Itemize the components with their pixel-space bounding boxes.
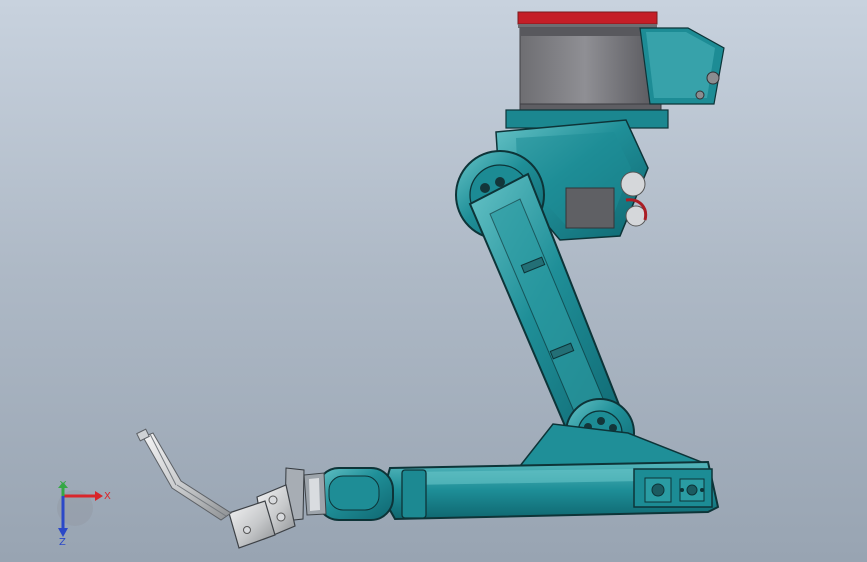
motor-connector-1 bbox=[706, 71, 720, 85]
connector-port-2 bbox=[686, 484, 698, 496]
wrist-housing-inner bbox=[328, 475, 380, 511]
triad-z-arrowhead bbox=[58, 528, 68, 537]
end-effector-bolt-3 bbox=[243, 526, 251, 534]
elbow-bolt-2 bbox=[597, 417, 605, 425]
connector-port-4 bbox=[700, 488, 704, 492]
3d-model-viewport[interactable]: X Y Z bbox=[0, 0, 867, 562]
shoulder-bolt-2 bbox=[495, 177, 505, 187]
end-effector[interactable] bbox=[136, 428, 305, 549]
upper-arm-assembly[interactable] bbox=[455, 119, 649, 468]
forearm-end-cap bbox=[401, 469, 427, 519]
motor-connector-2 bbox=[695, 90, 705, 100]
forearm-assembly[interactable] bbox=[303, 423, 720, 521]
top-cap-shadow bbox=[518, 24, 657, 28]
motor-housing bbox=[519, 27, 651, 107]
tool-shaft-edge-2 bbox=[176, 484, 227, 517]
wrist-ring-highlight bbox=[309, 478, 320, 511]
triad-x-arrowhead bbox=[95, 491, 103, 501]
motor-top-band bbox=[520, 28, 650, 36]
end-effector-bolt-1 bbox=[268, 495, 278, 505]
connector-port-1 bbox=[651, 483, 665, 497]
top-motor[interactable] bbox=[505, 11, 725, 129]
connector-port-3 bbox=[680, 488, 684, 492]
triad-z-label: Z bbox=[59, 537, 66, 548]
shoulder-bolt-1 bbox=[480, 183, 490, 193]
triad-y-label: Y bbox=[59, 480, 67, 491]
rear-motor-cap-1 bbox=[620, 171, 646, 197]
triad-x-label: X bbox=[104, 491, 111, 502]
orientation-triad: X Y Z bbox=[57, 480, 111, 548]
robot-arm-model[interactable] bbox=[0, 0, 867, 562]
tool-shaft-edge bbox=[149, 433, 177, 486]
top-red-cap bbox=[517, 11, 658, 25]
rear-motor-block bbox=[565, 187, 615, 229]
end-effector-bolt-2 bbox=[276, 512, 286, 522]
